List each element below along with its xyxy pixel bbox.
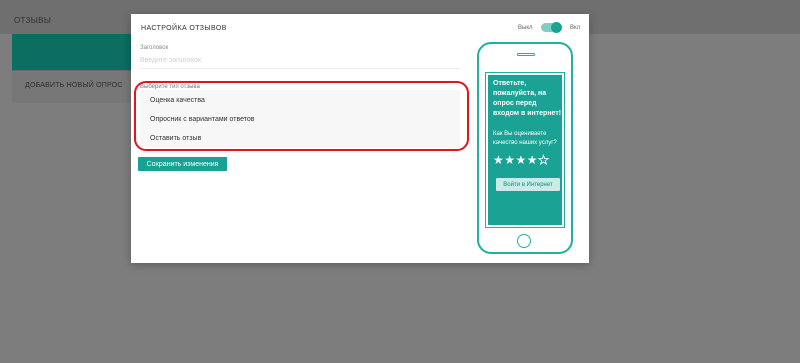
star-icon[interactable]: ★ (493, 153, 504, 167)
modal-title: Настройка отзывов (141, 25, 227, 32)
phone-home-button (517, 234, 531, 248)
star-icon[interactable]: ★ (504, 153, 515, 167)
star-empty-icon[interactable]: ★ (538, 153, 550, 168)
header-field-label: Заголовок (140, 45, 169, 51)
preview-internet-button[interactable]: Войти в Интернет (496, 178, 560, 191)
preview-question: Как Вы оцениваете качество наших услуг? (493, 131, 557, 146)
save-button[interactable]: Сохранить изменения (138, 157, 227, 171)
star-icon[interactable]: ★ (527, 153, 538, 167)
highlight-outline (134, 81, 469, 151)
header-input[interactable]: Введите заголовок (140, 57, 460, 69)
toggle-on-label: Вкл (570, 25, 581, 31)
page-title: Отзывы (14, 16, 52, 25)
add-survey-label: Добавить новый опрос (25, 82, 123, 89)
star-icon[interactable]: ★ (516, 153, 527, 167)
feedback-settings-modal: Настройка отзывов Выкл Вкл Заголовок Вве… (131, 14, 589, 263)
toggle-off-label: Выкл (518, 25, 533, 31)
preview-heading: Ответьте, пожалуйста, на опрос перед вхо… (493, 80, 562, 117)
enable-toggle[interactable] (541, 22, 562, 33)
phone-speaker (517, 53, 535, 56)
rating-stars[interactable]: ★★★★★ (493, 153, 550, 168)
phone-preview: Ответьте, пожалуйста, на опрос перед вхо… (477, 42, 573, 254)
toggle-knob[interactable] (551, 22, 562, 33)
phone-screen: Ответьте, пожалуйста, на опрос перед вхо… (485, 72, 565, 228)
